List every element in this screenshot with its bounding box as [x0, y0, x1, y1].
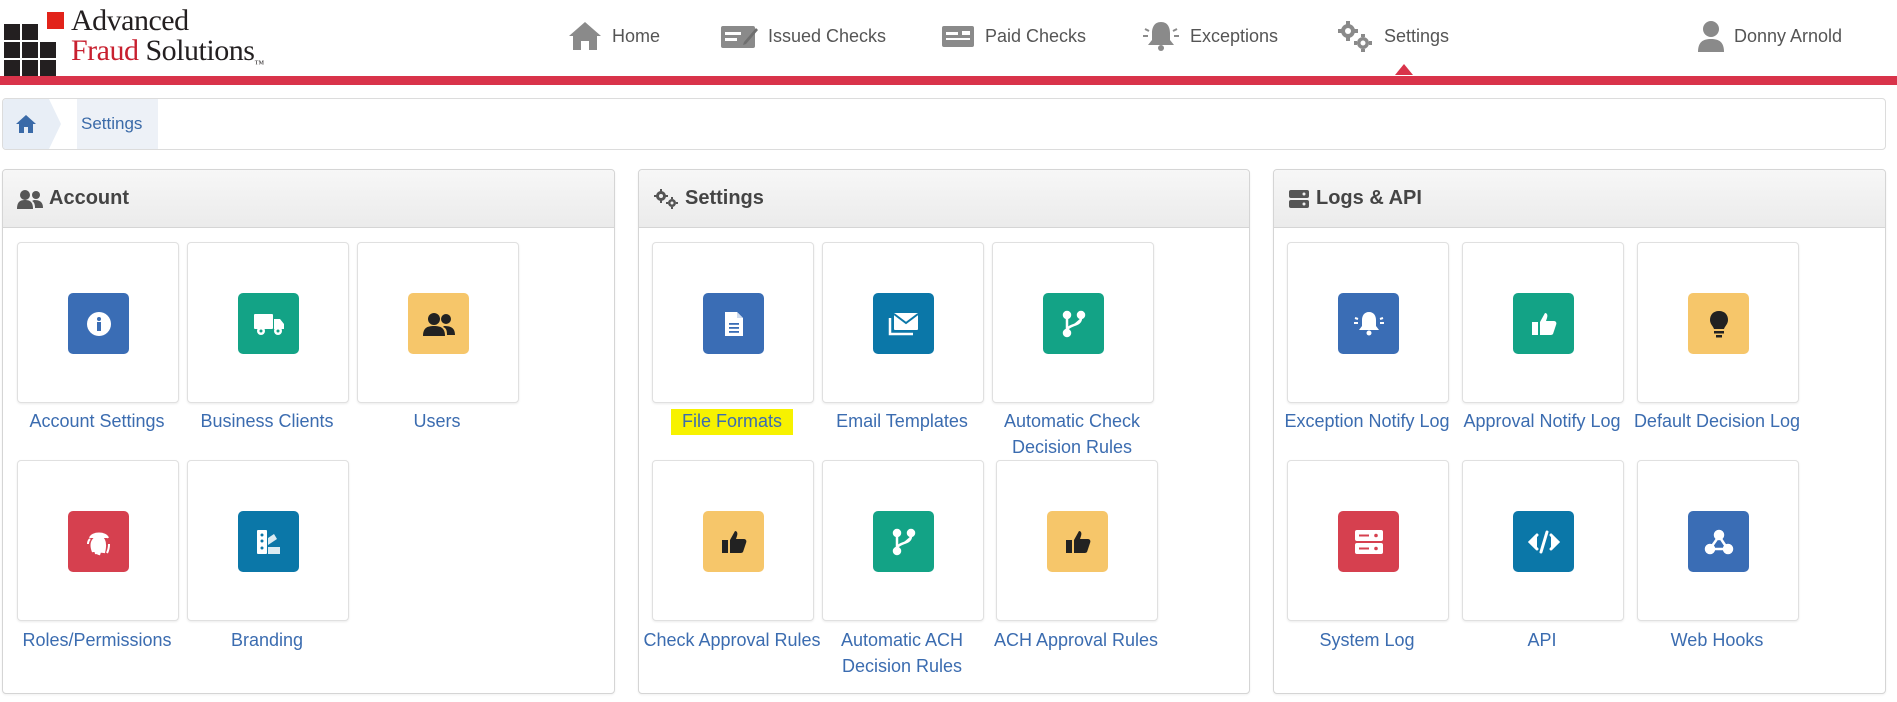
nav-paid-checks-label: Paid Checks — [985, 25, 1087, 46]
tile-file-formats[interactable] — [652, 242, 814, 403]
tile-label-default-decision-log[interactable]: Default Decision Log — [1622, 408, 1812, 434]
thumbs-up-icon — [1513, 293, 1574, 354]
tile-email-templates[interactable] — [822, 242, 984, 403]
tile-automatic-ach-decision-rules[interactable] — [822, 460, 984, 621]
tile-branding[interactable] — [187, 460, 349, 621]
tile-business-clients[interactable] — [187, 242, 349, 403]
account-panel: Account Account Settings Business Client… — [2, 169, 615, 694]
nav-home[interactable]: Home — [568, 14, 660, 58]
settings-panel: Settings File Formats Email Templates Au… — [638, 169, 1250, 694]
nav-exceptions[interactable]: Exceptions — [1142, 14, 1278, 58]
tile-label-automatic-ach-decision-rules[interactable]: Automatic ACH Decision Rules — [807, 627, 997, 679]
info-icon — [68, 293, 129, 354]
settings-panel-title: Settings — [685, 187, 764, 209]
tile-label-web-hooks[interactable]: Web Hooks — [1622, 627, 1812, 653]
tile-system-log[interactable] — [1287, 460, 1449, 621]
user-icon — [1698, 21, 1724, 52]
tile-label-ach-approval-rules[interactable]: ACH Approval Rules — [981, 627, 1171, 653]
tile-account-settings[interactable] — [17, 242, 179, 403]
account-panel-header: Account — [3, 170, 614, 228]
truck-icon — [238, 293, 299, 354]
tile-exception-notify-log[interactable] — [1287, 242, 1449, 403]
cogs-icon — [654, 188, 678, 209]
logs-api-panel-header: Logs & API — [1274, 170, 1885, 228]
tile-check-approval-rules[interactable] — [652, 460, 814, 621]
thumbs-up-icon — [703, 511, 764, 572]
breadcrumb: Settings — [2, 98, 1886, 150]
tile-api[interactable] — [1462, 460, 1624, 621]
webhook-icon — [1688, 511, 1749, 572]
top-navbar: Advanced Fraud Solutions™ Home Issued Ch… — [0, 0, 1897, 76]
company-logo[interactable]: Advanced Fraud Solutions™ — [4, 4, 304, 76]
logo-line-1: Advanced — [71, 4, 189, 37]
tile-label-email-templates[interactable]: Email Templates — [807, 408, 997, 434]
logs-api-panel: Logs & API Exception Notify Log Approval… — [1273, 169, 1886, 694]
tile-label-account-settings[interactable]: Account Settings — [2, 408, 192, 434]
logo-mark — [4, 12, 64, 76]
logo-line-2: Fraud Solutions™ — [71, 34, 264, 71]
nav-settings[interactable]: Settings — [1336, 14, 1449, 58]
tile-label-exception-notify-log[interactable]: Exception Notify Log — [1272, 408, 1462, 434]
account-panel-title: Account — [49, 187, 129, 209]
tile-automatic-check-decision-rules[interactable] — [992, 242, 1154, 403]
breadcrumb-home[interactable] — [3, 99, 61, 149]
fingerprint-icon — [68, 511, 129, 572]
tile-label-users[interactable]: Users — [342, 408, 532, 434]
envelopes-icon — [873, 293, 934, 354]
active-nav-indicator — [1395, 64, 1413, 75]
nav-paid-checks[interactable]: Paid Checks — [941, 14, 1086, 58]
tile-approval-notify-log[interactable] — [1462, 242, 1624, 403]
home-icon — [16, 115, 36, 133]
tile-label-api[interactable]: API — [1447, 627, 1637, 653]
tile-label-check-approval-rules[interactable]: Check Approval Rules — [637, 627, 827, 653]
thumbs-up-icon — [1047, 511, 1108, 572]
code-branch-icon — [1043, 293, 1104, 354]
users-icon — [17, 189, 43, 209]
tile-label-approval-notify-log[interactable]: Approval Notify Log — [1447, 408, 1637, 434]
logo-text: Advanced Fraud Solutions™ — [71, 4, 264, 71]
breadcrumb-current: Settings — [77, 99, 159, 149]
nav-issued-checks[interactable]: Issued Checks — [720, 14, 886, 58]
tile-label-branding[interactable]: Branding — [172, 627, 362, 653]
nav-home-label: Home — [612, 25, 661, 46]
settings-panel-header: Settings — [639, 170, 1249, 228]
logs-api-panel-title: Logs & API — [1316, 187, 1422, 209]
code-icon — [1513, 511, 1574, 572]
nav-settings-label: Settings — [1384, 25, 1450, 46]
tile-label-roles-permissions[interactable]: Roles/Permissions — [2, 627, 192, 653]
swatchbook-icon — [238, 511, 299, 572]
nav-issued-checks-label: Issued Checks — [768, 25, 887, 46]
cogs-icon — [1338, 21, 1372, 52]
check-write-icon — [721, 26, 758, 48]
lightbulb-icon — [1688, 293, 1749, 354]
bell-icon — [1338, 293, 1399, 354]
bell-alert-icon — [1143, 22, 1179, 51]
tile-ach-approval-rules[interactable] — [996, 460, 1158, 621]
users-icon — [408, 293, 469, 354]
server-icon — [1338, 511, 1399, 572]
nav-accent-bar — [0, 76, 1897, 85]
server-icon — [1289, 189, 1309, 208]
file-icon — [703, 293, 764, 354]
tile-label-system-log[interactable]: System Log — [1272, 627, 1462, 653]
tile-label-file-formats[interactable]: File Formats — [637, 408, 827, 435]
money-check-icon — [942, 26, 974, 47]
code-branch-icon — [873, 511, 934, 572]
tile-label-automatic-check-decision-rules[interactable]: Automatic Check Decision Rules — [977, 408, 1167, 460]
tile-default-decision-log[interactable] — [1637, 242, 1799, 403]
tile-label-business-clients[interactable]: Business Clients — [172, 408, 362, 434]
tile-web-hooks[interactable] — [1637, 460, 1799, 621]
tile-users[interactable] — [357, 242, 519, 403]
home-icon — [569, 22, 601, 50]
user-name: Donny Arnold — [1734, 25, 1843, 46]
tile-roles-permissions[interactable] — [17, 460, 179, 621]
nav-exceptions-label: Exceptions — [1190, 25, 1279, 46]
user-menu[interactable]: Donny Arnold — [1698, 14, 1842, 58]
